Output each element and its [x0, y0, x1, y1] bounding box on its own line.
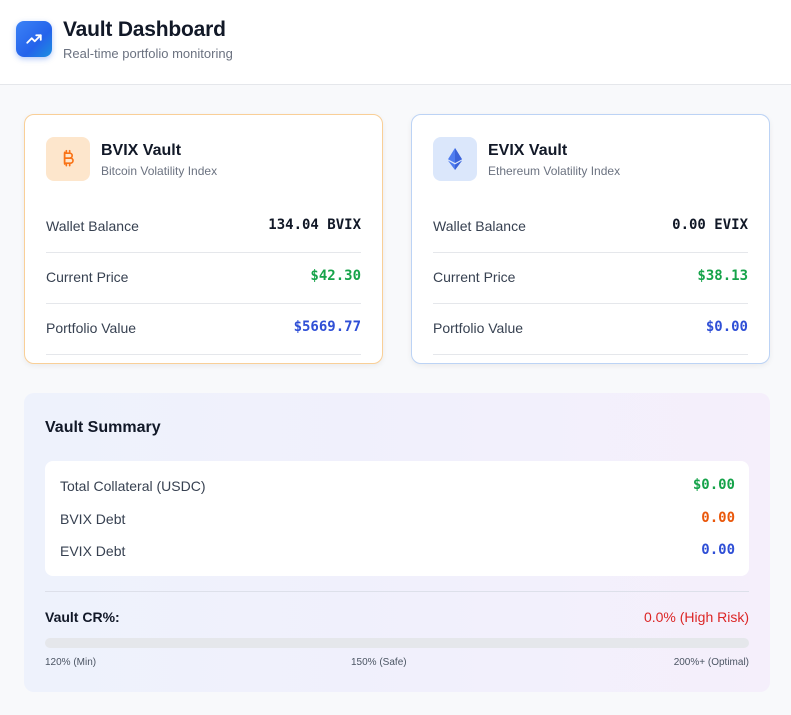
- current-price-value: $38.13: [697, 268, 748, 284]
- row-label: Wallet Balance: [46, 218, 139, 234]
- current-price-row: Current Price $38.13: [433, 252, 748, 304]
- cr-tick-safe: 150% (Safe): [351, 657, 407, 668]
- wallet-balance-row: Wallet Balance 134.04 BVIX: [46, 201, 361, 253]
- wallet-balance-value: 134.04 BVIX: [268, 217, 361, 233]
- evix-debt-value: 0.00: [701, 542, 735, 558]
- row-label: BVIX Debt: [60, 511, 126, 527]
- vault-cr-label: Vault CR%:: [45, 609, 120, 625]
- divider: [45, 591, 749, 592]
- ethereum-icon: [433, 137, 477, 181]
- vault-description: Bitcoin Volatility Index: [101, 164, 218, 178]
- row-label: Current Price: [433, 269, 516, 285]
- vault-summary-panel: Vault Summary Total Collateral (USDC) $0…: [24, 393, 770, 692]
- app-header: Vault Dashboard Real-time portfolio moni…: [0, 0, 791, 85]
- row-label: Wallet Balance: [433, 218, 526, 234]
- row-label: Total Collateral (USDC): [60, 478, 206, 494]
- page-title: Vault Dashboard: [63, 18, 226, 41]
- row-label: Portfolio Value: [433, 320, 524, 336]
- evix-debt-row: EVIX Debt 0.00: [60, 541, 735, 561]
- bitcoin-icon: [46, 137, 90, 181]
- portfolio-value: $0.00: [705, 319, 748, 335]
- vault-title: EVIX Vault: [488, 142, 568, 159]
- vault-description: Ethereum Volatility Index: [488, 164, 621, 178]
- evix-vault-card: EVIX Vault Ethereum Volatility Index Wal…: [411, 114, 770, 364]
- row-label: Portfolio Value: [46, 320, 137, 336]
- portfolio-value-row: Portfolio Value $0.00: [433, 303, 748, 355]
- vault-title: BVIX Vault: [101, 142, 182, 159]
- cr-tick-min: 120% (Min): [45, 657, 97, 668]
- current-price-value: $42.30: [310, 268, 361, 284]
- summary-table: Total Collateral (USDC) $0.00 BVIX Debt …: [45, 461, 749, 576]
- wallet-balance-value: 0.00 EVIX: [672, 217, 748, 233]
- cr-progress-bar: [45, 638, 749, 648]
- total-collateral-row: Total Collateral (USDC) $0.00: [60, 476, 735, 496]
- bvix-vault-card: BVIX Vault Bitcoin Volatility Index Wall…: [24, 114, 383, 364]
- wallet-balance-row: Wallet Balance 0.00 EVIX: [433, 201, 748, 253]
- total-collateral-value: $0.00: [692, 477, 735, 493]
- bvix-debt-value: 0.00: [701, 510, 735, 526]
- vault-cr-value: 0.0% (High Risk): [643, 609, 749, 625]
- cr-tick-optimal: 200%+ (Optimal): [673, 657, 749, 668]
- trending-up-icon: [16, 21, 52, 57]
- portfolio-value-row: Portfolio Value $5669.77: [46, 303, 361, 355]
- row-label: EVIX Debt: [60, 543, 126, 559]
- summary-title: Vault Summary: [45, 419, 161, 436]
- bvix-debt-row: BVIX Debt 0.00: [60, 509, 735, 529]
- current-price-row: Current Price $42.30: [46, 252, 361, 304]
- page-subtitle: Real-time portfolio monitoring: [63, 46, 233, 61]
- row-label: Current Price: [46, 269, 129, 285]
- portfolio-value: $5669.77: [293, 319, 361, 335]
